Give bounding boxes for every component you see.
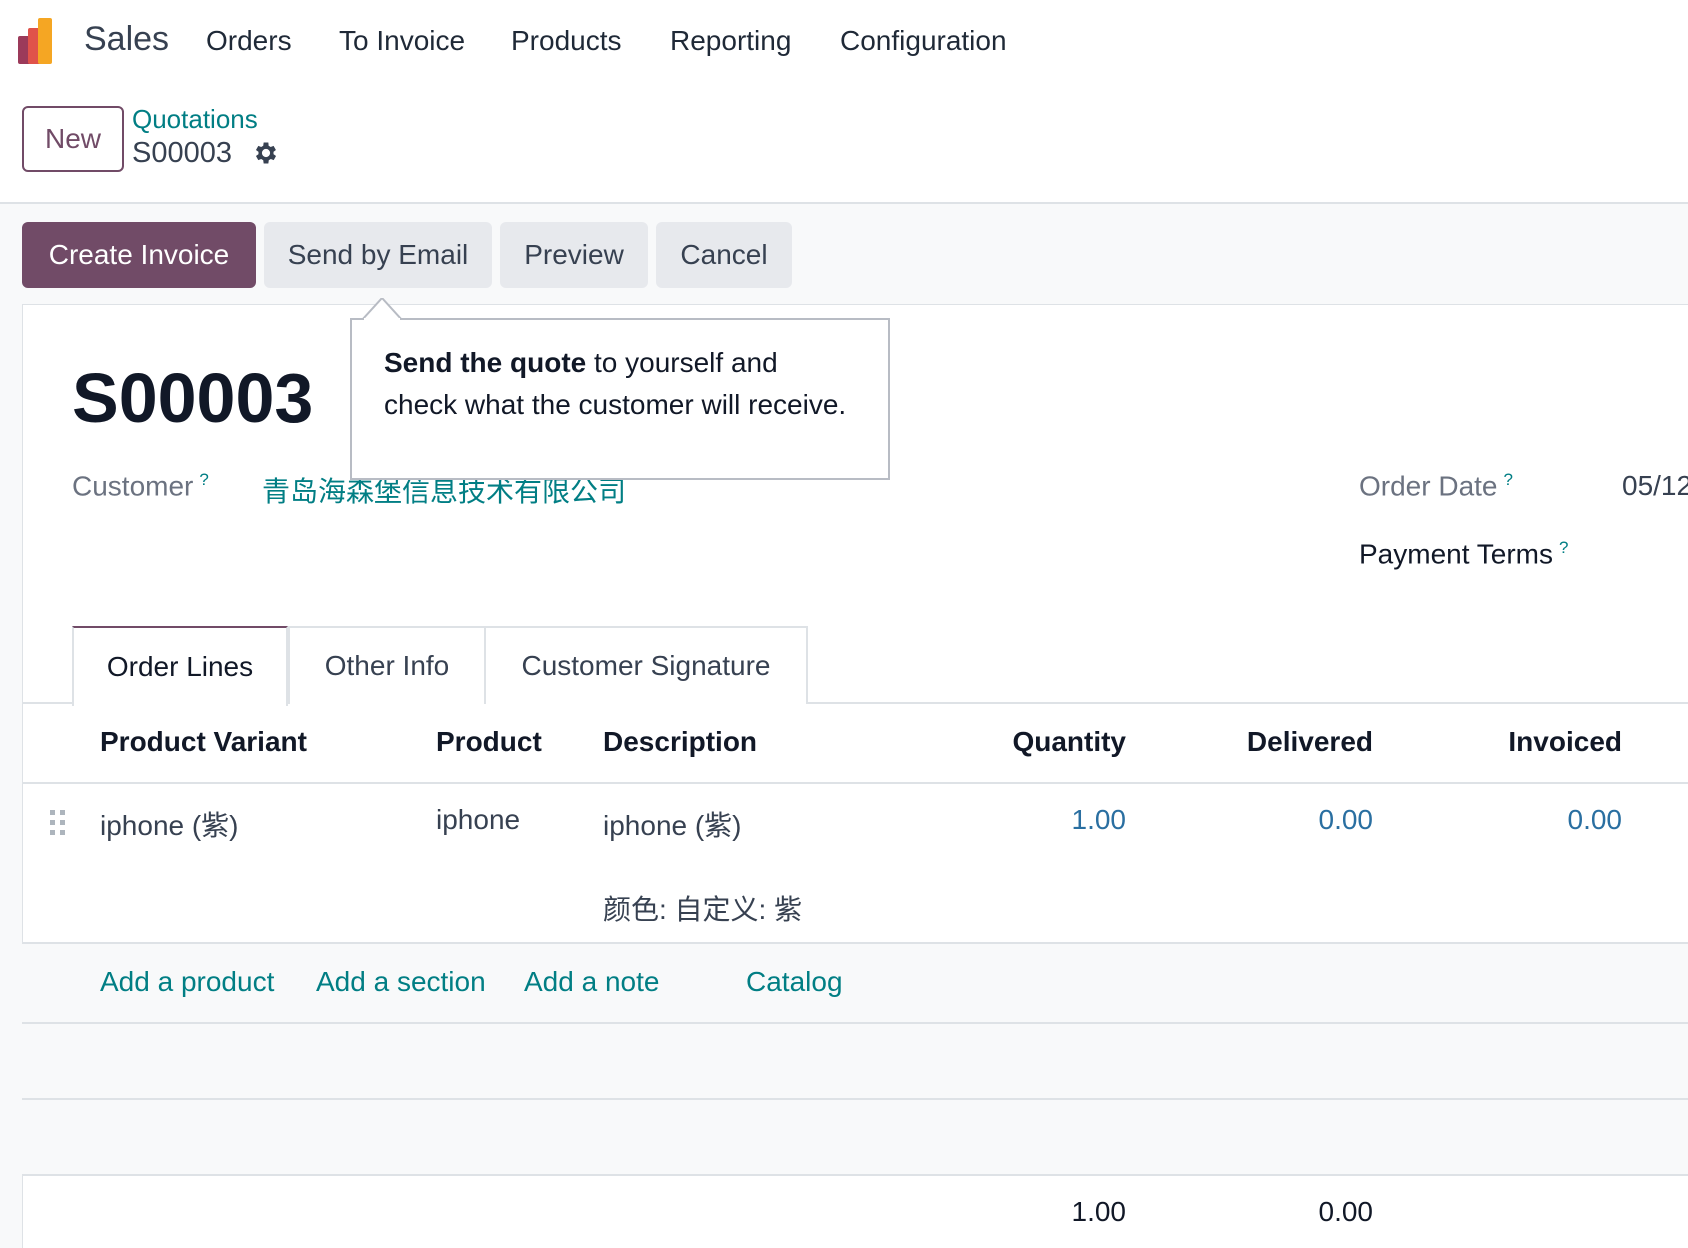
- empty-row: [22, 1100, 1688, 1174]
- empty-row: [22, 1024, 1688, 1098]
- payment-terms-label: Payment Terms?: [1359, 538, 1568, 570]
- add-section-link[interactable]: Add a section: [316, 966, 486, 998]
- column-header-product[interactable]: Product: [436, 726, 542, 758]
- cell-product[interactable]: iphone: [436, 804, 520, 836]
- help-icon[interactable]: ?: [199, 470, 208, 489]
- send-by-email-button[interactable]: Send by Email: [264, 222, 492, 288]
- customer-label-text: Customer: [72, 470, 194, 502]
- column-header-invoiced[interactable]: Invoiced: [1440, 726, 1622, 758]
- order-date-label: Order Date?: [1359, 470, 1513, 502]
- payment-terms-label-text: Payment Terms: [1359, 538, 1553, 570]
- order-date-label-text: Order Date: [1359, 470, 1498, 502]
- column-header-description[interactable]: Description: [603, 726, 757, 758]
- menu-products[interactable]: Products: [511, 25, 622, 57]
- add-product-link[interactable]: Add a product: [100, 966, 274, 998]
- row-divider: [22, 1174, 1688, 1176]
- menu-reporting[interactable]: Reporting: [670, 25, 791, 57]
- app-name[interactable]: Sales: [84, 20, 169, 59]
- menu-to-invoice[interactable]: To Invoice: [339, 25, 465, 57]
- new-button[interactable]: New: [22, 106, 124, 172]
- help-icon[interactable]: ?: [1559, 538, 1568, 557]
- cell-description-line2[interactable]: 颜色: 自定义: 紫: [603, 888, 802, 928]
- gear-icon[interactable]: [252, 139, 280, 167]
- help-icon[interactable]: ?: [1504, 470, 1513, 489]
- menu-configuration[interactable]: Configuration: [840, 25, 1007, 57]
- control-panel: New Quotations S00003: [0, 84, 1688, 204]
- create-invoice-button[interactable]: Create Invoice: [22, 222, 256, 288]
- tour-tooltip: Send the quote to yourself and check wha…: [350, 318, 890, 480]
- breadcrumb-current: S00003: [132, 137, 232, 169]
- catalog-link[interactable]: Catalog: [746, 966, 843, 998]
- column-header-delivered[interactable]: Delivered: [1190, 726, 1373, 758]
- sales-app-icon[interactable]: [18, 18, 62, 64]
- add-note-link[interactable]: Add a note: [524, 966, 659, 998]
- cell-product-variant[interactable]: iphone (紫): [100, 804, 239, 844]
- drag-handle-icon[interactable]: [48, 808, 68, 838]
- column-header-quantity[interactable]: Quantity: [960, 726, 1126, 758]
- order-date-field[interactable]: 05/12: [1622, 470, 1688, 502]
- preview-button[interactable]: Preview: [500, 222, 648, 288]
- cell-quantity[interactable]: 1.00: [960, 804, 1127, 836]
- menu-orders[interactable]: Orders: [206, 25, 292, 57]
- tab-customer-signature[interactable]: Customer Signature: [484, 626, 808, 704]
- breadcrumb-quotations[interactable]: Quotations: [132, 104, 258, 135]
- top-navbar: Sales Orders To Invoice Products Reporti…: [0, 0, 1688, 84]
- total-quantity: 1.00: [1071, 1196, 1127, 1227]
- record-title: S00003: [72, 359, 314, 437]
- total-delivered: 0.00: [1318, 1196, 1374, 1227]
- tab-order-lines[interactable]: Order Lines: [72, 626, 288, 706]
- customer-label: Customer?: [72, 470, 209, 502]
- cancel-button[interactable]: Cancel: [656, 222, 792, 288]
- tab-other-info[interactable]: Other Info: [288, 626, 486, 704]
- cell-description-line1[interactable]: iphone (紫): [603, 804, 742, 844]
- column-header-product-variant[interactable]: Product Variant: [100, 726, 307, 758]
- tooltip-bold-text: Send the quote: [384, 347, 587, 378]
- header-divider: [22, 782, 1688, 784]
- cell-delivered[interactable]: 0.00: [1190, 804, 1374, 836]
- tooltip-arrow: [362, 298, 402, 320]
- cell-invoiced[interactable]: 0.00: [1440, 804, 1623, 836]
